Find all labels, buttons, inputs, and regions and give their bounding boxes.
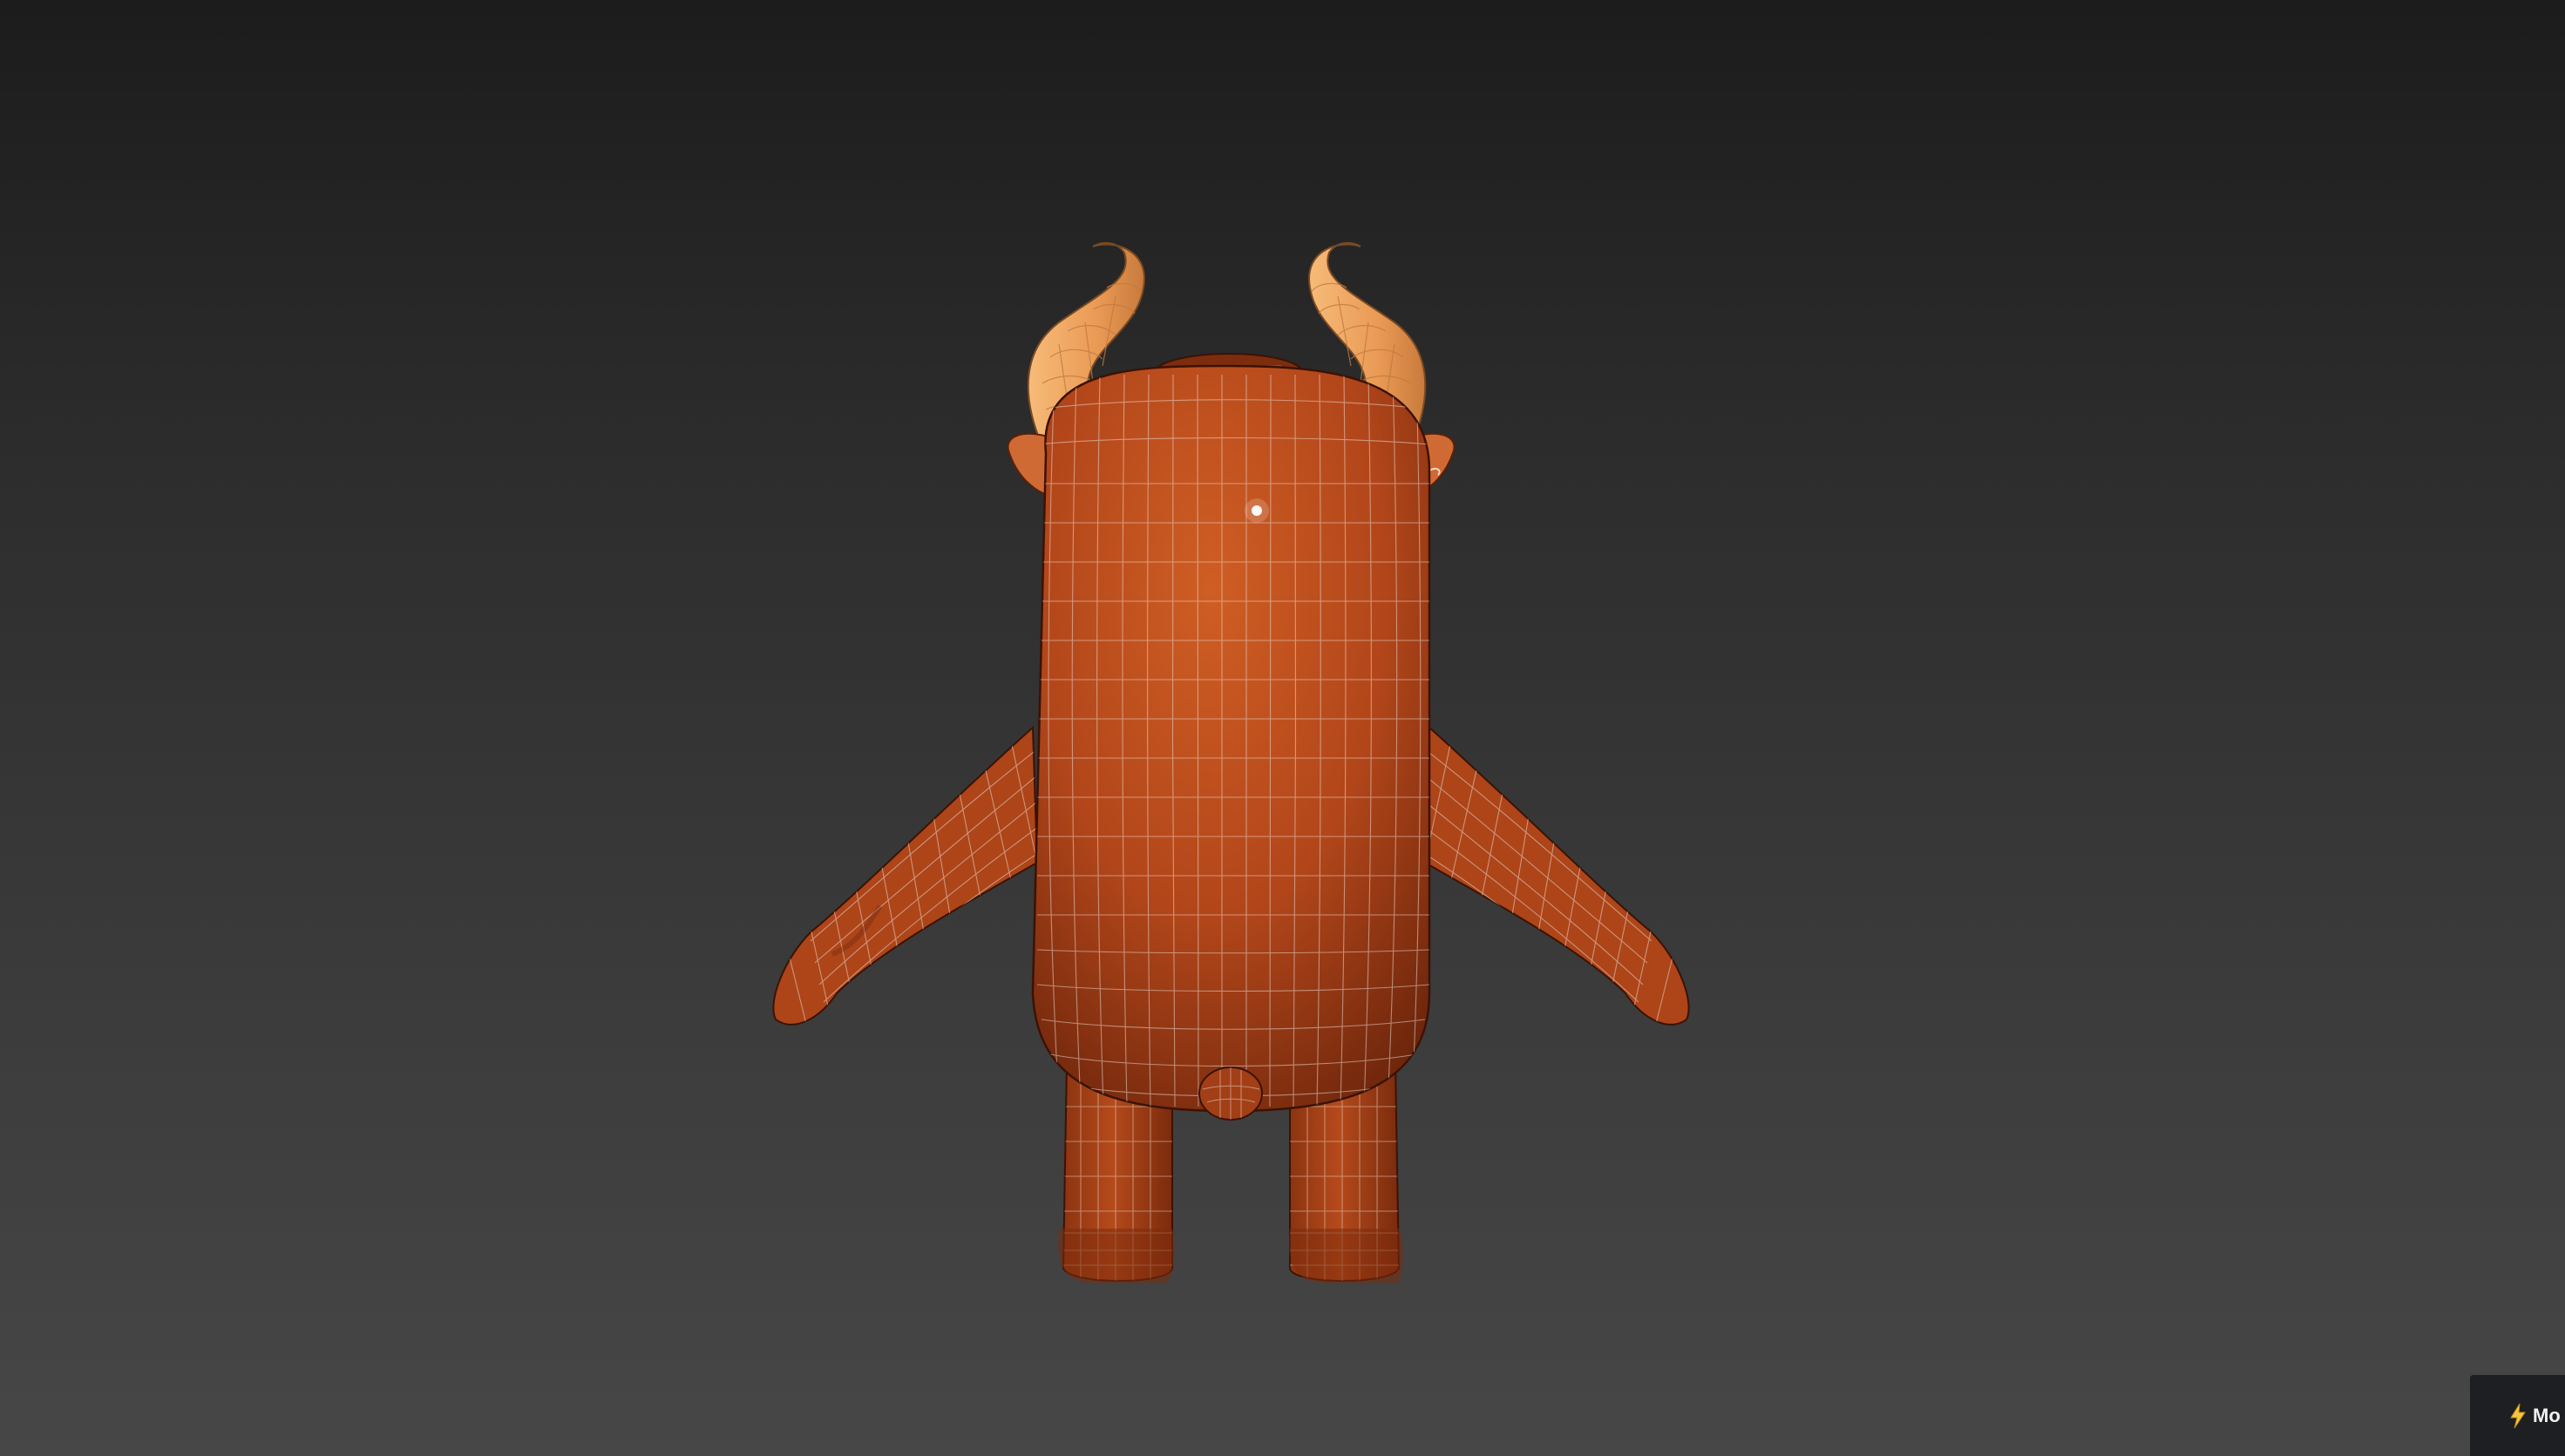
right-arm: [1423, 725, 1690, 1026]
model-badge[interactable]: Mo: [2470, 1375, 2565, 1456]
badge-label: Mo: [2533, 1404, 2561, 1426]
3d-viewport[interactable]: Mo: [0, 0, 2565, 1456]
body-mesh: [1031, 364, 1431, 1121]
character-model[interactable]: [0, 0, 2565, 1456]
lightning-icon: [2508, 1403, 2528, 1429]
left-arm: [772, 725, 1039, 1026]
